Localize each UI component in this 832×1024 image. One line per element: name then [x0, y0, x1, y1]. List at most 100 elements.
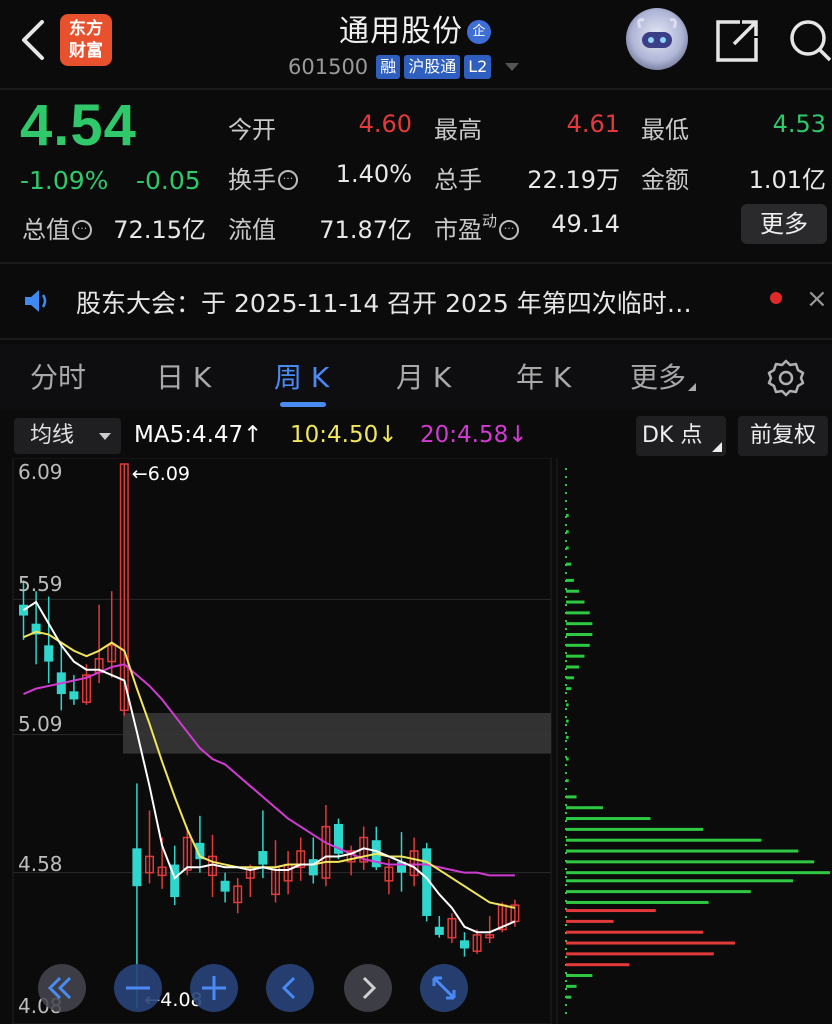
profile-axis-dot [565, 500, 567, 502]
profile-axis-dot [565, 492, 567, 494]
volume-profile-bar [566, 513, 569, 517]
info-icon: ··· [499, 220, 520, 240]
volume-profile-bar [566, 909, 656, 913]
volume-profile-bar [566, 643, 590, 647]
tab-yearly-k[interactable]: 年 K [516, 356, 571, 396]
ma5-value: MA5:4.47↑ [134, 422, 263, 448]
value-low: 4.53 [772, 110, 826, 138]
profile-axis-dot [565, 916, 567, 918]
logo-line1: 东方 [69, 19, 103, 39]
stock-title[interactable]: 通用股份企 [250, 6, 580, 50]
value-amount: 1.01亿 [748, 166, 826, 194]
adjust-button[interactable]: 前复权 [738, 416, 828, 456]
volume-profile-bar [566, 562, 572, 566]
candle-body [220, 880, 230, 892]
value-volume: 22.19万 [527, 166, 620, 194]
profile-axis-dot [565, 876, 567, 878]
candle-body [258, 851, 268, 865]
volume-profile-bar [566, 633, 593, 637]
profile-axis-dot [565, 700, 567, 702]
rewind-button[interactable] [38, 964, 86, 1012]
chevron-down-icon[interactable] [505, 63, 520, 71]
code-row[interactable]: 601500 融 沪股通 L2 [288, 54, 520, 80]
indicator-select[interactable]: 均线 [14, 418, 121, 454]
close-icon[interactable]: × [806, 284, 828, 314]
dk-point-button[interactable]: DK 点 [636, 416, 726, 456]
label-open: 今开 [228, 116, 276, 144]
candle-body [434, 926, 444, 935]
volume-profile-bar [566, 654, 585, 658]
volume-profile-bar [566, 995, 572, 999]
share-icon[interactable] [712, 14, 762, 66]
dropdown-icon [99, 433, 111, 440]
profile-axis-dot [565, 804, 567, 806]
unread-dot [770, 292, 782, 304]
profile-axis-dot [565, 468, 567, 470]
volume-profile-bar [566, 719, 569, 723]
price-change: -0.05 [136, 166, 201, 195]
label-market-cap[interactable]: 总值 ··· [22, 210, 92, 245]
candle-body [69, 691, 79, 700]
profile-axis-dot [565, 948, 567, 950]
tab-more[interactable]: 更多 [630, 356, 697, 396]
volume-profile-bar [566, 530, 569, 534]
value-float-cap: 71.87亿 [319, 216, 412, 244]
candle-body [44, 645, 54, 662]
tab-monthly-k[interactable]: 月 K [396, 356, 451, 396]
back-arrow-icon[interactable] [18, 18, 48, 62]
more-button[interactable]: 更多 [741, 204, 827, 244]
robot-avatar[interactable] [626, 8, 688, 70]
corner-caret-icon [712, 442, 722, 452]
volume-profile-bar [566, 600, 585, 604]
zoom-in-icon [202, 976, 226, 1000]
last-price: 4.54 [20, 93, 137, 158]
profile-axis-dot [565, 956, 567, 958]
label-float-cap: 流值 [228, 216, 276, 244]
tab-intraday[interactable]: 分时 [30, 356, 86, 396]
volume-profile-bar [566, 871, 830, 875]
tag-level2: L2 [464, 55, 492, 79]
app-logo[interactable]: 东方 财富 [60, 14, 112, 66]
volume-profile-bar [566, 890, 751, 894]
volume-profile-bar [566, 703, 569, 707]
profile-axis-dot [565, 748, 567, 750]
rewind-icon [47, 976, 72, 1000]
profile-axis-dot [565, 628, 567, 630]
y-tick: 5.59 [18, 572, 63, 596]
zoom-out-button[interactable] [114, 964, 162, 1012]
profile-axis-dot [565, 972, 567, 974]
prev-button[interactable] [266, 964, 314, 1012]
kline-chart[interactable]: ←6.09 ←4.08 6.09 5.59 5.09 4.58 4.08 [0, 458, 832, 1024]
label-amount: 金额 [641, 166, 689, 194]
volume-profile-bar [566, 879, 794, 883]
volume-profile-bar [566, 687, 572, 691]
gear-icon[interactable] [766, 358, 806, 398]
fullscreen-button[interactable] [420, 964, 468, 1012]
volume-profile-bar [566, 941, 735, 945]
profile-axis-dot [565, 652, 567, 654]
volume-profile-bar [566, 589, 580, 593]
tab-more-label: 更多 [630, 361, 687, 394]
next-button[interactable] [344, 964, 392, 1012]
value-market-cap: 72.15亿 [113, 216, 206, 244]
kline-svg[interactable]: ←6.09←4.08 [0, 458, 832, 1024]
profile-axis-dot [565, 484, 567, 486]
tab-daily-k[interactable]: 日 K [156, 356, 211, 396]
candle-body [460, 940, 469, 949]
ma20-value: 20:4.58↓ [420, 422, 528, 448]
profile-axis-dot [565, 508, 567, 510]
candle-body [19, 604, 28, 616]
zoom-in-button[interactable] [190, 964, 238, 1012]
zoom-out-icon [126, 986, 150, 990]
label-pe[interactable]: 市盈动 ··· [434, 210, 520, 245]
search-icon[interactable] [786, 14, 832, 66]
notice-text[interactable]: 股东大会：于 2025-11-14 召开 2025 年第四次临时… [76, 284, 692, 320]
profile-axis-dot [565, 820, 567, 822]
tab-weekly-k[interactable]: 周 K [274, 356, 329, 396]
profile-axis-dot [565, 764, 567, 766]
profile-axis-dot [565, 636, 567, 638]
value-open: 4.60 [358, 110, 412, 138]
label-turnover[interactable]: 换手 ··· [228, 160, 298, 195]
pct-change: -1.09% [20, 166, 109, 195]
profile-axis-dot [565, 588, 567, 590]
